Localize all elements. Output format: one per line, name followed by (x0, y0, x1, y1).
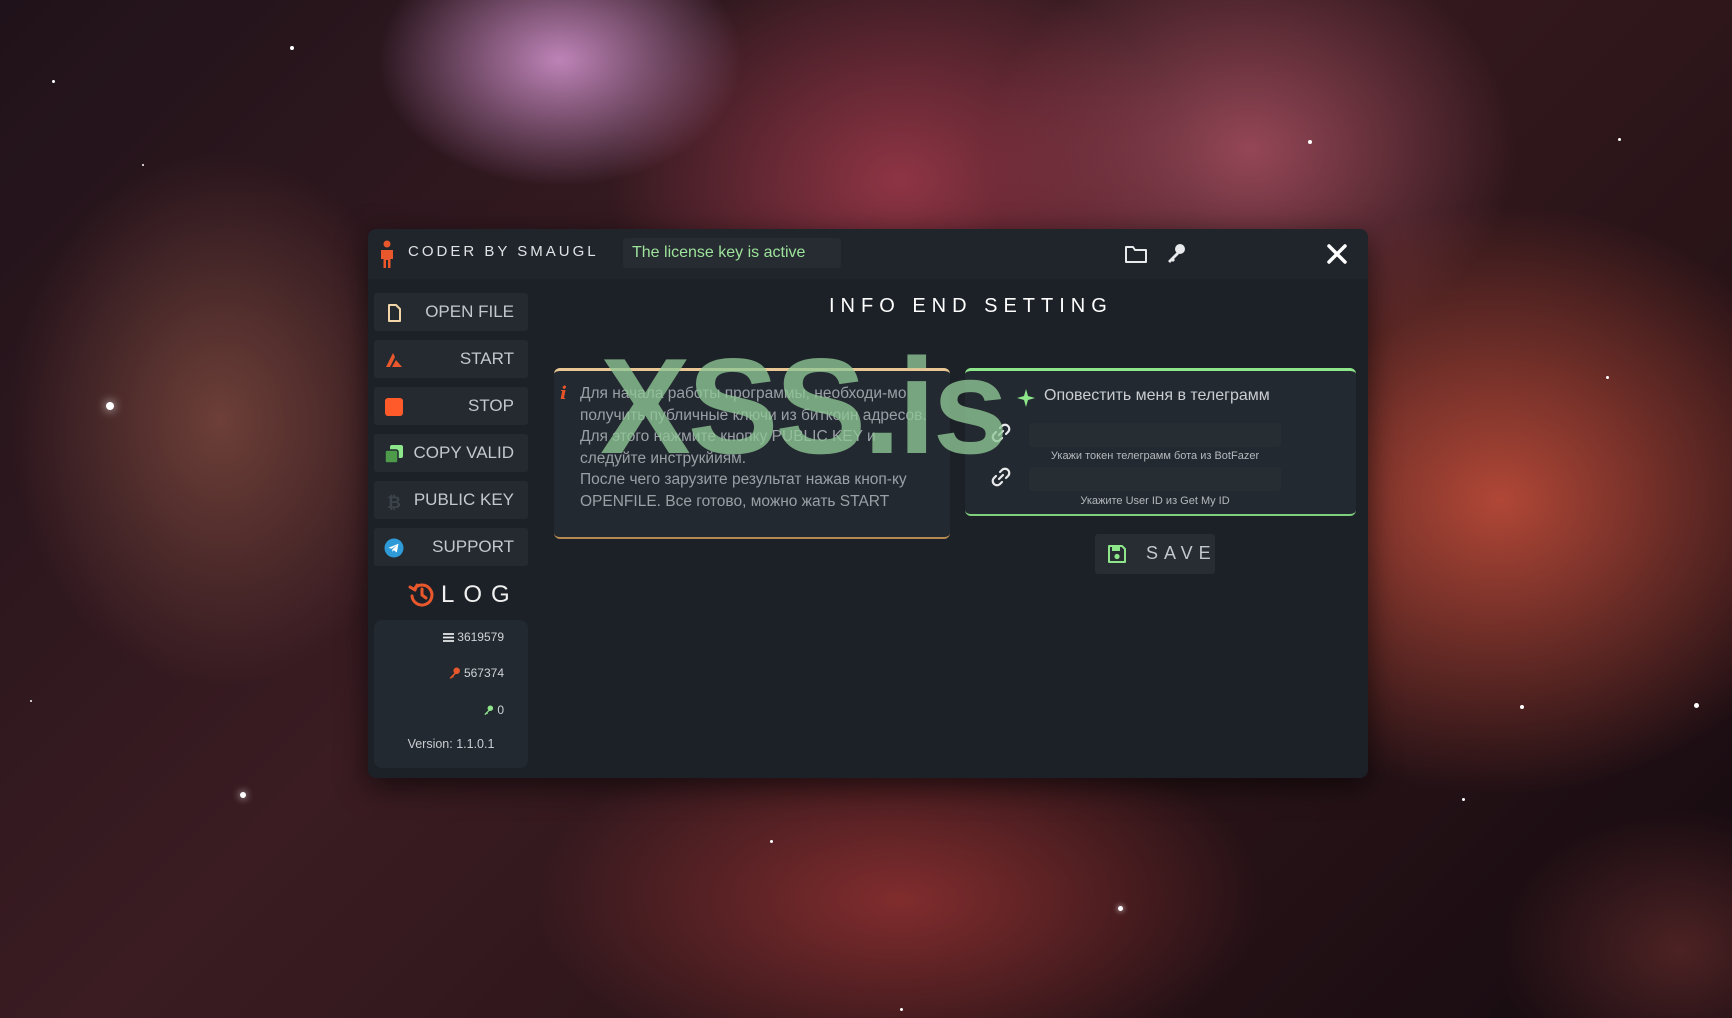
save-icon (1108, 545, 1126, 563)
title-bar[interactable]: CODER BY SMAUGL The license key is activ… (368, 229, 1368, 279)
keys-stat: 567374 (448, 666, 504, 680)
found-count: 0 (497, 703, 504, 717)
open-file-button[interactable]: OPEN FILE (374, 293, 528, 331)
telegram-notify-label[interactable]: Оповестить меня в телеграмм (1044, 387, 1270, 405)
list-icon (443, 633, 455, 643)
key-icon[interactable] (1164, 242, 1188, 266)
open-file-label: OPEN FILE (425, 302, 514, 321)
history-icon (408, 583, 434, 607)
bitcoin-icon: ₿ (387, 493, 401, 511)
start-button[interactable]: START (374, 340, 528, 378)
found-stat: 0 (483, 703, 504, 717)
support-button[interactable]: SUPPORT (374, 528, 528, 566)
close-icon[interactable] (1324, 241, 1350, 267)
bot-token-input[interactable] (1029, 423, 1281, 447)
copy-icon (384, 445, 403, 464)
svg-text:₿: ₿ (387, 493, 401, 511)
person-icon (381, 240, 393, 268)
save-button[interactable]: SAVE (1095, 534, 1215, 574)
keys-count: 567374 (463, 666, 504, 680)
bot-token-hint: Укажи токен телеграмм бота из BotFazer (1050, 450, 1260, 462)
version-label: Version: 1.1.0.1 (407, 737, 495, 751)
folder-icon[interactable] (1124, 242, 1148, 266)
key-icon (484, 705, 494, 716)
telegram-settings-panel: Оповестить меня в телеграмм Укажи токен … (965, 368, 1356, 516)
lines-count: 3619579 (457, 630, 504, 644)
start-label: START (459, 349, 514, 368)
link-icon (991, 467, 1011, 487)
user-id-input[interactable] (1029, 467, 1281, 491)
telegram-icon (384, 538, 404, 558)
stop-button[interactable]: STOP (374, 387, 528, 425)
lines-stat: 3619579 (443, 630, 504, 644)
info-icon: i (560, 383, 567, 404)
info-line: Для этого нажмите кнопку PUBLIC KEY и сл… (580, 428, 876, 467)
info-line: Для начала работы программы, необходи-мо… (580, 385, 927, 424)
public-key-button[interactable]: ₿ PUBLIC KEY (374, 481, 528, 519)
app-window: CODER BY SMAUGL The license key is activ… (368, 229, 1368, 778)
save-label: SAVE (1146, 543, 1217, 563)
link-icon (991, 423, 1011, 443)
info-panel: i Для начала работы программы, необходи-… (554, 368, 950, 539)
copy-valid-button[interactable]: COPY VALID (374, 434, 528, 472)
user-id-hint: Укажите User ID из Get My ID (1080, 495, 1230, 507)
key-icon (449, 667, 460, 680)
file-icon (388, 304, 401, 322)
log-title: LOG (441, 581, 519, 608)
app-title: CODER BY SMAUGL (408, 243, 599, 260)
log-panel: 3619579 567374 0 Version: 1.1.0.1 (374, 620, 528, 768)
public-key-label: PUBLIC KEY (413, 490, 514, 509)
stop-label: STOP (468, 396, 514, 415)
info-text: Для начала работы программы, необходи-мо… (580, 383, 946, 512)
info-line: После чего зарузите результат нажав кноп… (580, 471, 907, 510)
start-icon (386, 353, 402, 367)
stop-icon (385, 398, 403, 416)
page-title: INFO END SETTING (829, 295, 1113, 317)
plane-icon[interactable] (1015, 387, 1037, 409)
license-status-badge: The license key is active (623, 238, 841, 268)
copy-valid-label: COPY VALID (413, 443, 514, 462)
support-label: SUPPORT (432, 537, 514, 556)
